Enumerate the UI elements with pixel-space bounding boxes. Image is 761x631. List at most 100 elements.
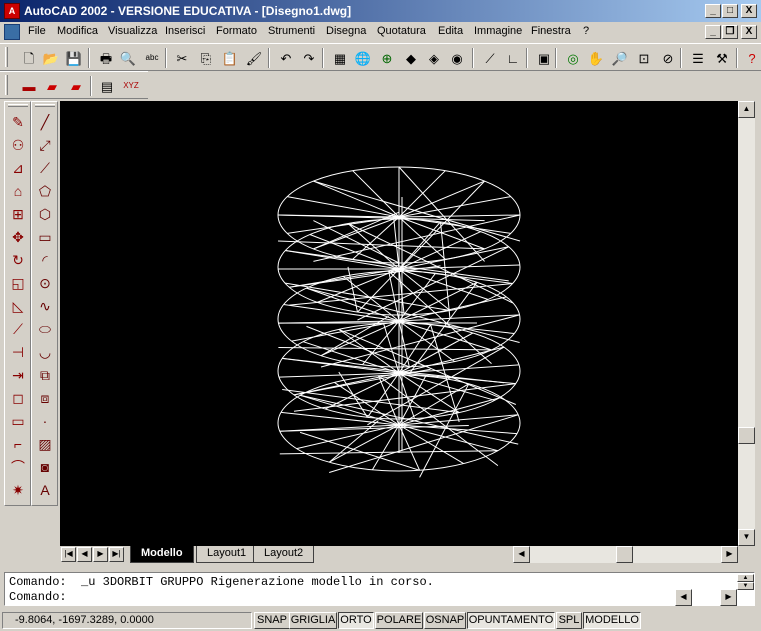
line-icon[interactable]: ╱ [34, 111, 56, 133]
today-icon[interactable]: ◆ [401, 48, 421, 68]
save-icon[interactable]: 💾 [64, 48, 84, 68]
polyline-icon[interactable]: ⟋ [34, 157, 56, 179]
design-center-icon[interactable]: ▦ [330, 48, 350, 68]
copy-icon[interactable]: ⎘ [196, 48, 216, 68]
autocad-app-icon[interactable]: A [4, 3, 20, 19]
print-preview-icon[interactable]: 🔍 [118, 48, 138, 68]
command-window[interactable]: Comando: _u 3DORBIT GRUPPO Rigenerazione… [4, 572, 755, 606]
arc-icon[interactable]: ◜ [34, 249, 56, 271]
zoom-previous-icon[interactable]: ⊘ [658, 48, 678, 68]
menu-item-visualizza[interactable]: Visualizza [108, 25, 157, 37]
erase-icon[interactable]: ✎ [7, 111, 29, 133]
polygon-icon[interactable]: ⬠ [34, 180, 56, 202]
command-prompt[interactable]: Comando: [9, 590, 67, 604]
mirror-icon[interactable]: ⊿ [7, 157, 29, 179]
menu-item-inserisci[interactable]: Inserisci [165, 25, 205, 37]
web-icon[interactable]: ⊕ [377, 48, 397, 68]
xyz-icon[interactable]: XYZ [121, 76, 141, 96]
fillet-icon[interactable]: ⌒ [7, 456, 29, 478]
vertical-scroll-thumb[interactable] [738, 427, 755, 444]
horizontal-scroll-thumb[interactable] [616, 546, 633, 563]
break-icon[interactable]: ▭ [7, 410, 29, 432]
horizontal-scrollbar[interactable]: ◀ ▶ [513, 546, 738, 563]
scale-icon[interactable]: ◱ [7, 272, 29, 294]
tool-palette-icon[interactable]: ⚒ [712, 48, 732, 68]
break-point-icon[interactable]: ◻ [7, 387, 29, 409]
zoom-realtime-icon[interactable]: 🔎 [610, 48, 630, 68]
stretch-icon[interactable]: ◺ [7, 295, 29, 317]
doc-close-button[interactable]: X [741, 25, 757, 39]
publish-web-icon[interactable]: ◈ [424, 48, 444, 68]
status-toggle-snap[interactable]: SNAP [254, 612, 290, 629]
point-icon[interactable]: · [34, 410, 56, 432]
extend-icon[interactable]: ⇥ [7, 364, 29, 386]
move-icon[interactable]: ✥ [7, 226, 29, 248]
print-icon[interactable]: 🖶 [96, 48, 116, 68]
toolbar-grip[interactable] [8, 104, 28, 107]
spline-icon[interactable]: ∿ [34, 295, 56, 317]
scroll-down-button[interactable]: ▼ [738, 529, 755, 546]
scroll-left-button[interactable]: ◀ [513, 546, 530, 563]
offset-icon[interactable]: ⌂ [7, 180, 29, 202]
minimize-button[interactable]: _ [705, 4, 721, 18]
insert-block-icon[interactable]: ⧉ [34, 364, 56, 386]
menu-item-help[interactable]: ? [583, 25, 589, 37]
coordinate-display[interactable]: -9.8064, -1697.3289, 0.0000 [2, 612, 252, 629]
multiline-text-icon[interactable]: A [34, 479, 56, 501]
scroll-up-button[interactable]: ▲ [738, 101, 755, 118]
rectangle-icon[interactable]: ▭ [34, 226, 56, 248]
command-scroll-down[interactable]: ▼ [737, 582, 754, 590]
hyperlink-icon[interactable]: 🌐 [353, 48, 373, 68]
explode-icon[interactable]: ✷ [7, 479, 29, 501]
make-block-icon[interactable]: ⧈ [34, 387, 56, 409]
open-icon[interactable]: 📂 [41, 48, 61, 68]
hatch-icon[interactable]: ▨ [34, 433, 56, 455]
status-toggle-orto[interactable]: ORTO [338, 612, 374, 629]
construction-line-icon[interactable]: ⤢ [34, 134, 56, 156]
toolbar-grip[interactable] [5, 47, 8, 67]
layer-tool-3-icon[interactable]: ▰ [66, 76, 86, 96]
circle-icon[interactable]: ⊙ [34, 272, 56, 294]
layer-tool-2-icon[interactable]: ▰ [42, 76, 62, 96]
undo-icon[interactable]: ↶ [276, 48, 296, 68]
drawing-area[interactable] [60, 101, 738, 546]
command-scroll-right[interactable]: ▶ [720, 589, 737, 606]
properties-icon[interactable]: ☰ [688, 48, 708, 68]
title-bar[interactable]: A AutoCAD 2002 - VERSIONE EDUCATIVA - [D… [0, 0, 761, 22]
chamfer-icon[interactable]: ⌐ [7, 433, 29, 455]
status-toggle-griglia[interactable]: GRIGLIA [289, 612, 337, 629]
command-scroll-left[interactable]: ◀ [675, 589, 692, 606]
document-icon[interactable] [4, 24, 20, 40]
scroll-right-button[interactable]: ▶ [721, 546, 738, 563]
spellcheck-icon[interactable]: abc [142, 48, 162, 68]
menu-item-strumenti[interactable]: Strumenti [268, 25, 315, 37]
menu-item-immagine[interactable]: Immagine [474, 25, 522, 37]
toolbar-grip[interactable] [5, 75, 8, 95]
status-toggle-modello[interactable]: MODELLO [583, 612, 641, 629]
menu-item-quotatura[interactable]: Quotatura [377, 25, 426, 37]
menu-item-file[interactable]: File [28, 25, 46, 37]
first-tab-button[interactable]: |◀ [61, 547, 76, 562]
region-icon[interactable]: ◙ [34, 456, 56, 478]
etransmit-icon[interactable]: ◉ [447, 48, 467, 68]
status-toggle-opuntamento[interactable]: OPUNTAMENTO [467, 612, 555, 629]
paste-icon[interactable]: 📋 [220, 48, 240, 68]
ucs-icon[interactable]: ∟ [503, 48, 523, 68]
help-icon[interactable]: ? [742, 48, 761, 68]
command-scroll-up[interactable]: ▲ [737, 574, 754, 582]
prev-tab-button[interactable]: ◀ [77, 547, 92, 562]
next-tab-button[interactable]: ▶ [93, 547, 108, 562]
layer-tool-1-icon[interactable]: ▬ [19, 76, 39, 96]
doc-restore-button[interactable]: ❐ [722, 25, 738, 39]
vertical-scrollbar[interactable]: ▲ ▼ [738, 101, 755, 546]
new-icon[interactable]: 🗋 [19, 48, 39, 68]
orbit-icon[interactable]: ◎ [563, 48, 583, 68]
maximize-button[interactable]: □ [722, 4, 738, 18]
status-toggle-polare[interactable]: POLARE [375, 612, 423, 629]
toolbar-grip[interactable] [35, 104, 55, 107]
trim-icon[interactable]: ⊣ [7, 341, 29, 363]
pan-icon[interactable]: ✋ [586, 48, 606, 68]
menu-item-edita[interactable]: Edita [438, 25, 463, 37]
cut-icon[interactable]: ✂ [172, 48, 192, 68]
lengthen-icon[interactable]: ⟋ [7, 318, 29, 340]
